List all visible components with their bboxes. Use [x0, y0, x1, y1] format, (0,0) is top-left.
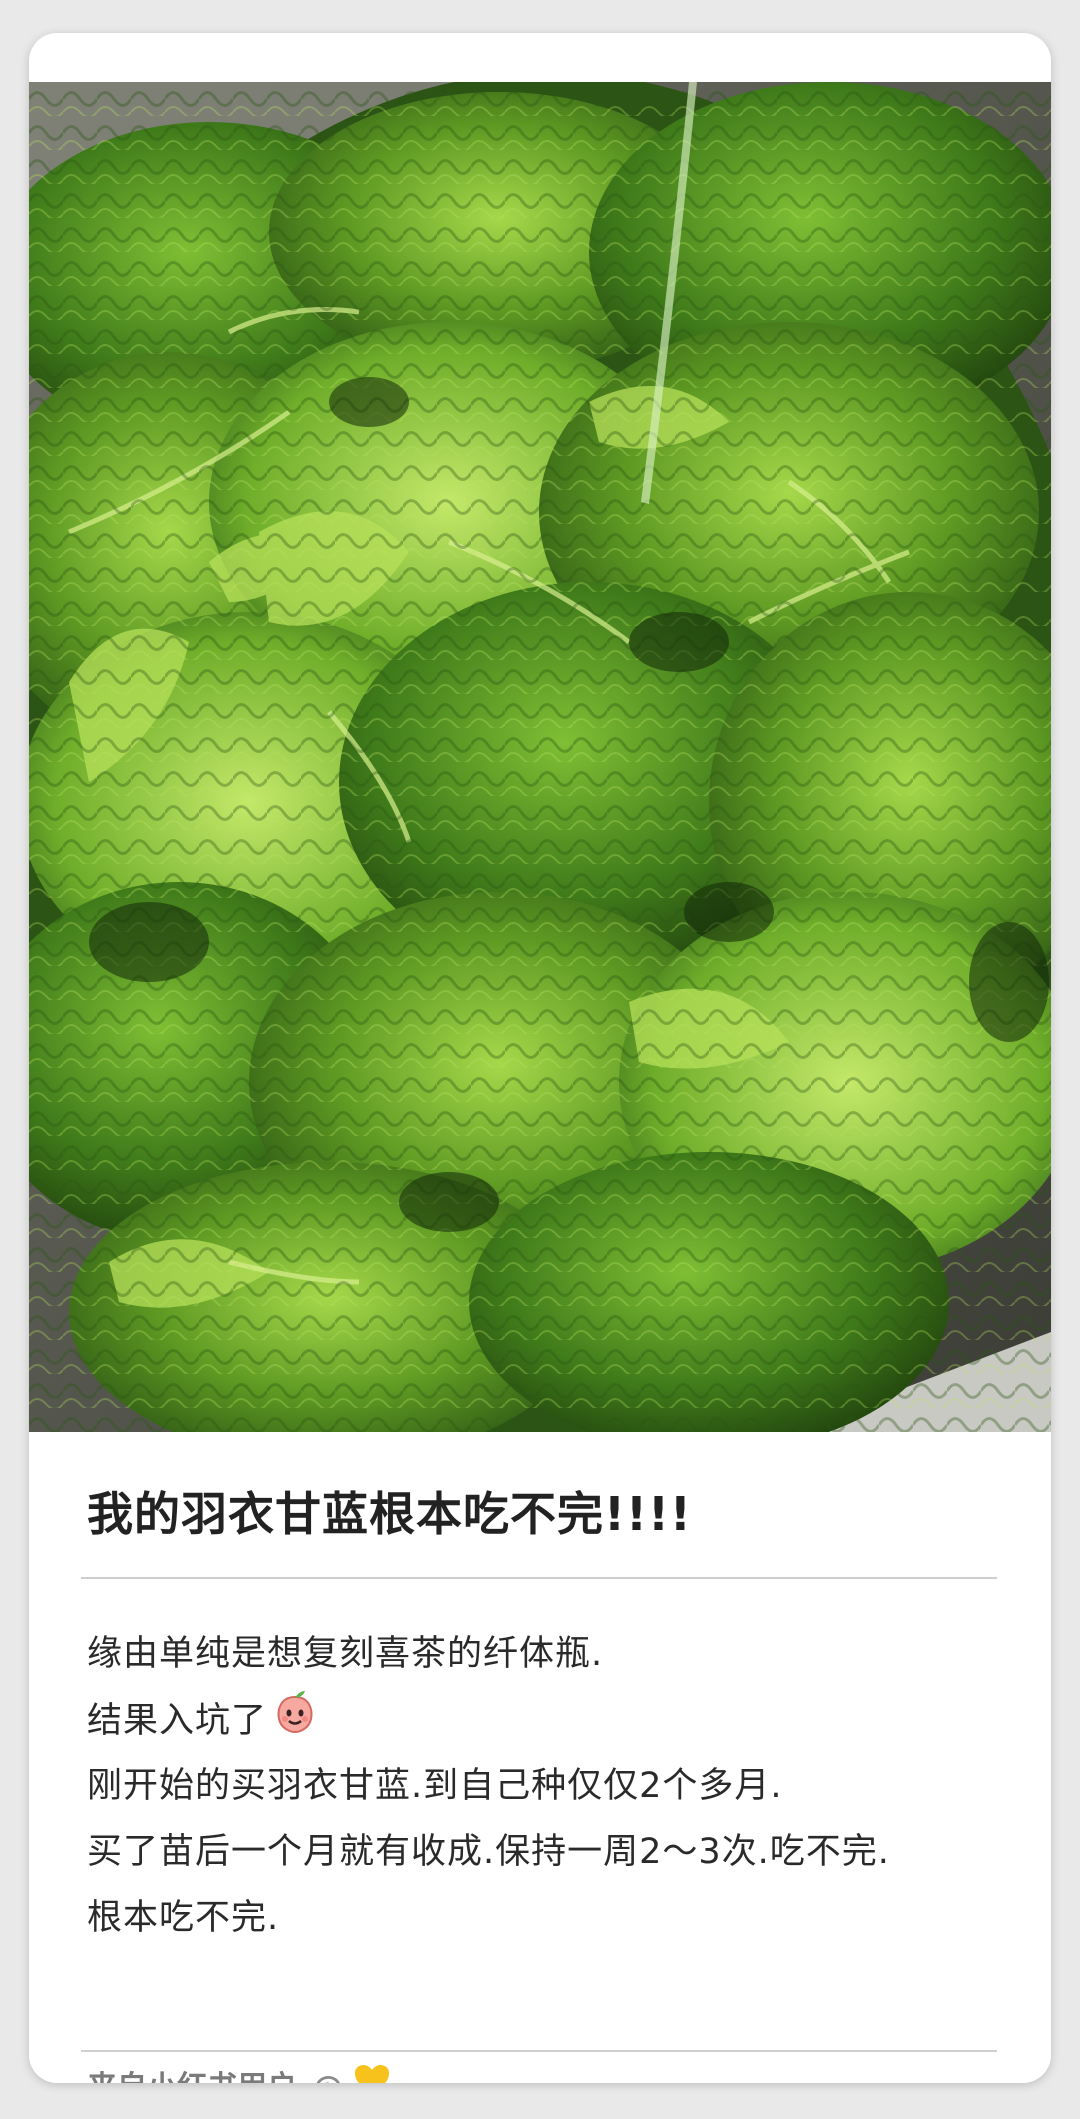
yellow-heart-icon [353, 2063, 391, 2083]
at-symbol[interactable]: @ [313, 2063, 343, 2083]
post-card: 我的羽衣甘蓝根本吃不完!!!! 缘由单纯是想复刻喜茶的纤体瓶. 结果入坑了 刚开… [29, 33, 1051, 2083]
post-body: 缘由单纯是想复刻喜茶的纤体瓶. 结果入坑了 刚开始的买羽衣甘蓝.到自己种仅仅2个… [87, 1621, 1037, 1951]
post-title: 我的羽衣甘蓝根本吃不完!!!! [87, 1487, 692, 1541]
body-line-text: 缘由单纯是想复刻喜茶的纤体瓶. [87, 1634, 604, 1674]
body-line: 刚开始的买羽衣甘蓝.到自己种仅仅2个多月. [87, 1753, 1037, 1819]
source-label: 来自小红书用户 [87, 2063, 297, 2083]
body-line-text: 买了苗后一个月就有收成.保持一周2～3次.吃不完. [87, 1832, 890, 1872]
footer-divider [81, 2050, 997, 2052]
body-line: 缘由单纯是想复刻喜茶的纤体瓶. [87, 1621, 1037, 1687]
kale-leaves-in-sink-icon [29, 82, 1051, 1432]
post-footer: 来自小红书用户 @ [87, 2063, 391, 2083]
body-line-text: 根本吃不完. [87, 1898, 280, 1938]
body-line: 买了苗后一个月就有收成.保持一周2～3次.吃不完. [87, 1819, 1037, 1885]
title-divider [81, 1577, 997, 1579]
body-line: 结果入坑了 [87, 1687, 1037, 1753]
body-line-text: 结果入坑了 [87, 1701, 268, 1741]
peach-emoji-icon [271, 1687, 319, 1757]
body-line-text: 刚开始的买羽衣甘蓝.到自己种仅仅2个多月. [87, 1766, 783, 1806]
body-line: 根本吃不完. [87, 1885, 1037, 1951]
kale-photo[interactable] [29, 82, 1051, 1432]
